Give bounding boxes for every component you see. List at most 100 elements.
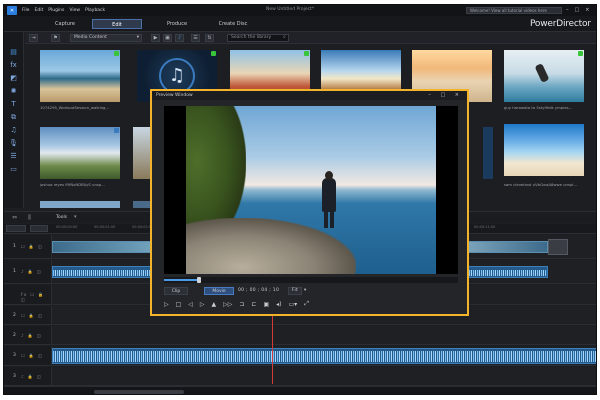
plugins-icon[interactable]: ⚑ — [51, 34, 60, 42]
media-filter-value: Media Content — [74, 35, 107, 40]
audio-mixing-icon[interactable]: ♫ — [9, 126, 18, 134]
audio-track-2[interactable]: 2 ♪ 🔒 ◫ — [4, 326, 596, 345]
tab-edit[interactable]: Edit — [92, 19, 142, 29]
seek-handle[interactable] — [197, 277, 202, 283]
tutorial-banner[interactable]: Welcome! View all tutorial videos here — [466, 7, 562, 14]
view-mode-toggle[interactable] — [6, 225, 26, 232]
room-tabs: Capture Edit Produce Create Disc PowerDi… — [4, 16, 596, 32]
media-room-icon[interactable]: ▤ — [9, 48, 18, 56]
close-button[interactable]: × — [585, 7, 589, 13]
used-check-icon — [211, 51, 216, 56]
minimize-button[interactable]: – — [566, 7, 569, 13]
preview-seek-bar[interactable] — [164, 277, 458, 283]
library-item-surfer[interactable] — [504, 50, 584, 102]
maximize-button[interactable]: □ — [575, 7, 580, 13]
import-media-button[interactable]: ⇥ — [29, 34, 38, 42]
media-filter-dropdown[interactable]: Media Content ▾ — [70, 34, 142, 42]
playback-controls: ▷ □ ◁ ▷ ▲ ▷▷ ⊐ ⊏ ▣ ◂) ▭▾ ⤢ — [164, 299, 458, 309]
library-search-input[interactable]: Search the library — [227, 34, 289, 42]
chapter-room-icon[interactable]: ☰ — [9, 152, 18, 160]
track-control-icons[interactable]: ♪ 🔒 ◫ — [21, 333, 42, 338]
snapshot-icon[interactable]: ▲ — [212, 301, 217, 308]
track-number: 1 — [13, 244, 16, 249]
track-control-icons[interactable]: ♪ 🔒 ◫ — [21, 269, 42, 274]
track-header: 2 ☐ 🔒 ◫ — [4, 306, 52, 324]
volume-icon[interactable]: ◂) — [276, 301, 281, 308]
surfer-figure — [534, 63, 550, 83]
person-head — [325, 171, 333, 180]
ruler-tick: 00:00:00:00 — [56, 225, 78, 229]
next-frame-icon[interactable]: ▷ — [200, 301, 205, 308]
voice-over-icon[interactable]: 🎙 — [9, 139, 18, 147]
filter-image-icon[interactable]: ▣ — [163, 34, 172, 42]
video-clip-end[interactable] — [548, 239, 568, 255]
preview-window[interactable]: Preview Window – □ × Clip Movie 00 ; 00 … — [150, 89, 469, 316]
menu-edit[interactable]: Edit — [35, 8, 44, 13]
library-item-tropical-beach[interactable] — [504, 124, 584, 176]
track-control-icons[interactable]: ♪ 🔒 ◫ — [21, 374, 42, 379]
clip-mode-button[interactable]: Clip — [164, 287, 188, 295]
tab-capture[interactable]: Capture — [40, 19, 90, 29]
track-header: 3 ☐ 🔒 ◫ — [4, 346, 52, 365]
preview-close-button[interactable]: × — [455, 92, 463, 98]
tab-create-disc[interactable]: Create Disc — [208, 19, 258, 29]
zoom-dropdown[interactable]: Fit — [288, 287, 302, 295]
pip-room-icon[interactable]: ◩ — [9, 74, 18, 82]
music-clip[interactable] — [52, 348, 596, 364]
menu-bar: ✕ File Edit Plugins View Playback New Un… — [4, 5, 596, 16]
scrollbar-thumb[interactable] — [94, 390, 184, 394]
track-control-icons[interactable]: ☐ 🔒 ◫ — [21, 313, 43, 318]
zoom-toggle[interactable] — [30, 225, 48, 232]
fullscreen-icon[interactable]: ⤢ — [304, 300, 309, 308]
transition-room-icon[interactable]: ⧉ — [9, 113, 18, 121]
menu-playback[interactable]: Playback — [85, 8, 105, 13]
chevron-down-icon: ▾ — [304, 288, 307, 293]
seek-progress — [164, 279, 200, 281]
preview-minimize-button[interactable]: – — [428, 92, 435, 98]
mark-in-icon[interactable]: ⊐ — [239, 301, 244, 308]
library-item-partial[interactable] — [483, 127, 493, 179]
subtitle-room-icon[interactable]: ▭ — [9, 165, 18, 173]
search-icon: ⌕ — [283, 34, 286, 40]
filter-video-icon[interactable]: ▶ — [151, 34, 160, 42]
menu-plugins[interactable]: Plugins — [48, 8, 64, 13]
tools-menu[interactable]: Tools — [56, 215, 67, 220]
app-logo-icon: ✕ — [7, 6, 17, 15]
timecode-display[interactable]: 00 ; 00 ; 04 ; 10 — [238, 287, 279, 295]
track-control-icons[interactable]: ☐ 🔒 ◫ — [21, 353, 43, 358]
filter-audio-icon[interactable]: ♪ — [175, 34, 184, 42]
brand-title: PowerDirector — [530, 19, 591, 29]
screenshot-icon[interactable]: ▣ — [263, 301, 269, 308]
preview-title-bar[interactable]: Preview Window – □ × — [152, 91, 467, 100]
track-number: 3 — [13, 353, 16, 358]
video-track-3[interactable]: 3 ☐ 🔒 ◫ — [4, 346, 596, 366]
fx-room-icon[interactable]: fx — [9, 61, 18, 69]
audio-track-3[interactable]: 3 ♪ 🔒 ◫ — [4, 367, 596, 386]
split-icon[interactable]: ⫼ — [28, 214, 31, 222]
stop-icon[interactable]: □ — [176, 301, 182, 308]
library-item-mountain[interactable] — [40, 127, 120, 179]
track-header: 1 ☐ 🔒 ◫ — [4, 235, 52, 258]
previous-frame-icon[interactable]: ◁ — [188, 301, 193, 308]
mark-out-icon[interactable]: ⊏ — [251, 301, 256, 308]
view-toggle-icon[interactable]: ☰ — [191, 34, 200, 42]
particle-room-icon[interactable]: ✺ — [9, 87, 18, 95]
library-item-row3[interactable] — [40, 201, 120, 208]
dual-monitor-icon[interactable]: ▭▾ — [289, 301, 298, 308]
preview-canvas — [164, 106, 458, 274]
fast-forward-icon[interactable]: ▷▷ — [223, 301, 232, 308]
tab-produce[interactable]: Produce — [152, 19, 202, 29]
track-control-icons[interactable]: fx ☐ 🔒 ◫ — [21, 292, 51, 302]
menu-file[interactable]: File — [22, 8, 30, 13]
library-item-beach[interactable] — [40, 50, 120, 102]
preview-maximize-button[interactable]: □ — [440, 92, 449, 98]
play-icon[interactable]: ▷ — [164, 301, 169, 308]
track-control-icons[interactable]: ☐ 🔒 ◫ — [21, 244, 43, 249]
movie-mode-button[interactable]: Movie — [204, 287, 234, 295]
track-manager-icon[interactable]: ⇔ — [12, 214, 17, 221]
menu-view[interactable]: View — [69, 8, 80, 13]
title-room-icon[interactable]: T — [9, 100, 18, 108]
sort-icon[interactable]: ⇅ — [205, 34, 214, 42]
timeline-scrollbar[interactable] — [4, 386, 596, 394]
track-header: 3 ♪ 🔒 ◫ — [4, 367, 52, 385]
